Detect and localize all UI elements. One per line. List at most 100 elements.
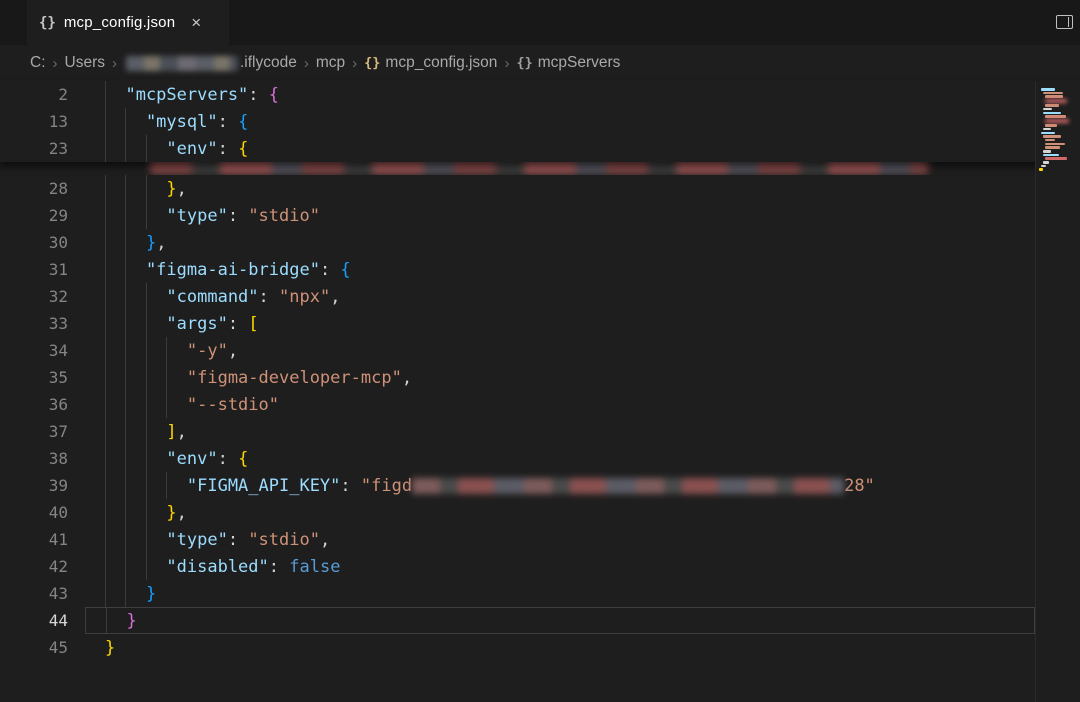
token: : [340, 475, 361, 496]
code-line[interactable]: } [85, 607, 1035, 634]
indent-guide [145, 283, 147, 310]
minimap-line [1043, 135, 1061, 138]
breadcrumb-item-c-[interactable]: C: [30, 54, 46, 72]
indent-guide [105, 445, 106, 472]
token: "disabled" [166, 556, 269, 577]
line-number: 42 [48, 557, 68, 576]
code-line[interactable]: "figma-ai-bridge": { [85, 256, 1035, 283]
breadcrumb-item-mcp[interactable]: mcp [316, 54, 345, 72]
editor-line-37[interactable]: 37], [0, 418, 1080, 445]
indent-guide [145, 364, 147, 391]
token: false [289, 556, 341, 577]
indent-guide [145, 175, 147, 202]
code-line[interactable]: }, [85, 499, 1035, 526]
code-line[interactable]: "disabled": false [85, 553, 1035, 580]
code-line[interactable]: "mcpServers": { [85, 81, 1035, 108]
editor-line-38[interactable]: 38 "env": { [0, 445, 1080, 472]
indent-guide [125, 256, 127, 283]
breadcrumb-item-users[interactable]: Users [65, 54, 105, 72]
token: } [126, 610, 137, 631]
token: "figma-ai-bridge" [145, 259, 320, 280]
editor-line-30[interactable]: 30}, [0, 229, 1080, 256]
token: } [166, 502, 177, 523]
indent-guide [145, 472, 147, 499]
code-line[interactable]: }, [85, 229, 1035, 256]
editor-line-2[interactable]: 2 "mcpServers": { [0, 81, 1080, 108]
indent-guide [166, 337, 168, 364]
code-line[interactable]: } [85, 580, 1035, 607]
code-line[interactable]: "type": "stdio", [85, 526, 1035, 553]
token: { [238, 448, 249, 469]
code-line[interactable]: "args": [ [85, 310, 1035, 337]
code-line[interactable]: "env": { [85, 445, 1035, 472]
code-line[interactable]: "--stdio" [85, 391, 1035, 418]
token: "type" [166, 205, 228, 226]
line-number: 13 [48, 112, 68, 131]
editor-line-35[interactable]: 35 "figma-developer-mcp", [0, 364, 1080, 391]
token: , [176, 421, 187, 442]
code-line[interactable]: "FIGMA_API_KEY": "figd 28" [85, 472, 1035, 499]
token: { [340, 259, 351, 280]
token: } [105, 637, 116, 658]
token: "mysql" [145, 111, 218, 132]
editor-line-29[interactable]: 29 "type": "stdio" [0, 202, 1080, 229]
code-line[interactable]: "env": { [85, 135, 1035, 162]
line-number: 36 [48, 395, 68, 414]
line-number: 38 [48, 449, 68, 468]
editor-line-45[interactable]: 45} [0, 634, 1080, 661]
token: : [217, 448, 239, 469]
token: "--stdio" [186, 394, 279, 415]
code-line[interactable]: }, [85, 175, 1035, 202]
code-line[interactable]: } [85, 634, 1035, 661]
indent-guide [105, 364, 106, 391]
tab-mcp-config-json[interactable]: {} mcp_config.json × [27, 0, 229, 45]
editor-line-23[interactable]: 23 "env": { [0, 135, 1080, 162]
code-line[interactable]: "type": "stdio" [85, 202, 1035, 229]
split-editor-icon[interactable] [1056, 15, 1073, 29]
minimap-line [1041, 88, 1055, 91]
minimap-line [1043, 91, 1063, 95]
editor[interactable]: 2 "mcpServers": { 13 "mysql": {23 "env": { 2… [0, 81, 1080, 702]
editor-line-13[interactable]: 13 "mysql": { [0, 108, 1080, 135]
minimap-line [1045, 119, 1069, 123]
indent-guide [125, 202, 127, 229]
indent-guide [125, 445, 127, 472]
code-line[interactable]: "figma-developer-mcp", [85, 364, 1035, 391]
minimap-line [1041, 164, 1046, 168]
editor-line-44[interactable]: 44} [0, 607, 1080, 634]
editor-line-32[interactable]: 32 "command": "npx", [0, 283, 1080, 310]
token: { [268, 84, 280, 105]
editor-line-41[interactable]: 41 "type": "stdio", [0, 526, 1080, 553]
editor-line-39[interactable]: 39 "FIGMA_API_KEY": "figd 28" [0, 472, 1080, 499]
indent-guide [145, 391, 147, 418]
indent-guide [105, 256, 106, 283]
editor-line-36[interactable]: 36 "--stdio" [0, 391, 1080, 418]
token: , [156, 232, 167, 253]
editor-line-34[interactable]: 34 "-y", [0, 337, 1080, 364]
breadcrumb-item--iflycode[interactable]: .iflycode [240, 54, 297, 72]
indent-guide [125, 499, 127, 526]
code-line[interactable]: "-y", [85, 337, 1035, 364]
indent-guide [105, 175, 106, 202]
breadcrumb-label: mcpServers [537, 54, 621, 71]
indent-guide [105, 391, 106, 418]
breadcrumb-separator: › [352, 54, 358, 72]
minimap-line [1045, 146, 1060, 149]
editor-line-31[interactable]: 31 "figma-ai-bridge": { [0, 256, 1080, 283]
line-number: 29 [48, 206, 68, 225]
code-line[interactable]: "command": "npx", [85, 283, 1035, 310]
editor-line-33[interactable]: 33 "args": [ [0, 310, 1080, 337]
editor-line-40[interactable]: 40}, [0, 499, 1080, 526]
breadcrumb-item-mcpservers[interactable]: {} mcpServers [516, 54, 620, 72]
code-line[interactable]: ], [85, 418, 1035, 445]
minimap[interactable] [1035, 81, 1080, 702]
editor-line-28[interactable]: 28}, [0, 175, 1080, 202]
indent-guide [145, 553, 147, 580]
breadcrumb-item-mcp-config-json[interactable]: {} mcp_config.json [364, 54, 497, 72]
tab-close-icon[interactable]: × [191, 14, 201, 31]
breadcrumb-label: mcp [315, 54, 346, 71]
token: : [217, 111, 239, 132]
code-line[interactable]: "mysql": { [85, 108, 1035, 135]
editor-line-42[interactable]: 42 "disabled": false [0, 553, 1080, 580]
editor-line-43[interactable]: 43} [0, 580, 1080, 607]
